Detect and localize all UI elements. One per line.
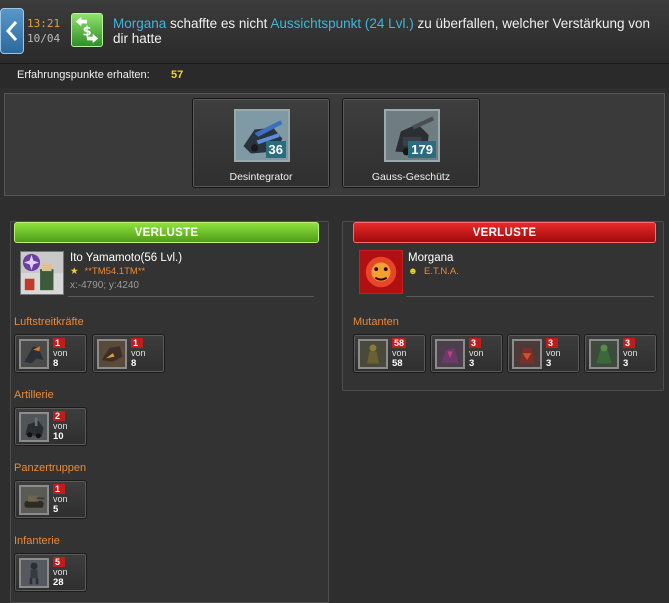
category-label: Luftstreitkräfte <box>14 316 84 328</box>
svg-text:$: $ <box>82 25 91 40</box>
category-label: Artillerie <box>14 389 54 401</box>
artillery-icon <box>19 412 49 442</box>
divider <box>68 296 314 297</box>
unit-total: 5 <box>53 504 59 515</box>
unit-slot[interactable]: 3 von 3 <box>584 334 657 373</box>
reward-name: Desintegrator <box>229 171 293 183</box>
money-icon: $ <box>71 13 103 47</box>
unit-lost-count: 3 <box>546 338 558 348</box>
mutant-icon <box>358 339 388 369</box>
unit-lost-count: 1 <box>131 338 143 348</box>
unit-slot[interactable]: 1 von 8 <box>92 334 165 373</box>
unit-of: von <box>469 348 484 358</box>
desintegrator-image: 36 <box>234 109 290 162</box>
unit-of: von <box>53 421 68 431</box>
divider <box>406 296 654 297</box>
target-link[interactable]: Aussichtspunkt (24 Lvl.) <box>270 16 413 31</box>
tank-icon <box>19 485 49 515</box>
unit-of: von <box>131 348 146 358</box>
report-header: 13:21 10/04 $ Morgana schaffte es nicht … <box>0 0 669 64</box>
unit-of: von <box>392 348 407 358</box>
unit-lost-count: 1 <box>53 338 65 348</box>
unit-lost-count: 3 <box>469 338 481 348</box>
back-button[interactable] <box>0 8 24 54</box>
category-label: Panzertruppen <box>14 462 87 474</box>
unit-total: 10 <box>53 431 64 442</box>
defender-name[interactable]: Ito Yamamoto(56 Lvl.) <box>70 252 182 264</box>
unit-of: von <box>546 348 561 358</box>
reward-count: 179 <box>408 141 436 158</box>
reward-name: Gauss-Geschütz <box>371 171 451 183</box>
reward-card-desintegrator[interactable]: 36 Desintegrator <box>192 98 330 188</box>
rewards-panel <box>4 93 665 196</box>
category-label: Mutanten <box>353 316 399 328</box>
message-text-1: schaffte es nicht <box>166 16 271 31</box>
unit-total: 3 <box>623 358 629 369</box>
attacker-name[interactable]: Morgana <box>408 252 453 264</box>
defender-coords[interactable]: x:-4790; y:4240 <box>70 280 139 291</box>
unit-lost-count: 3 <box>623 338 635 348</box>
report-message: Morgana schaffte es nicht Aussichtspunkt… <box>113 16 665 46</box>
unit-slot[interactable]: 2 von 10 <box>14 407 87 446</box>
unit-of: von <box>53 567 68 577</box>
attacker-rank-text: E.T.N.A. <box>424 266 459 277</box>
unit-slot[interactable]: 5 von 28 <box>14 553 87 592</box>
defender-losses-header: VERLUSTE <box>14 222 319 243</box>
defender-rank-text: **TM54.1TM** <box>84 266 146 277</box>
unit-lost-count: 2 <box>53 411 65 421</box>
attacker-rank: ☻ E.T.N.A. <box>408 266 459 277</box>
unit-total: 58 <box>392 358 403 369</box>
report-date: 10/04 <box>27 32 61 45</box>
star-icon: ★ <box>70 266 79 277</box>
aircraft-icon <box>97 339 127 369</box>
unit-total: 28 <box>53 577 64 588</box>
chevron-left-icon <box>6 21 18 41</box>
aircraft-icon <box>19 339 49 369</box>
unit-slot[interactable]: 58 von 58 <box>353 334 426 373</box>
reward-card-gauss[interactable]: 179 Gauss-Geschütz <box>342 98 480 188</box>
dollar-arrows-icon: $ <box>75 16 99 44</box>
unit-of: von <box>623 348 638 358</box>
attacker-link[interactable]: Morgana <box>113 16 166 31</box>
unit-total: 3 <box>546 358 552 369</box>
unit-total: 8 <box>131 358 137 369</box>
experience-bar: Erfahrungspunkte erhalten: 57 <box>0 64 669 88</box>
unit-slot[interactable]: 1 von 5 <box>14 480 87 519</box>
unit-lost-count: 1 <box>53 484 65 494</box>
mutant-icon <box>435 339 465 369</box>
unit-total: 8 <box>53 358 59 369</box>
experience-value: 57 <box>171 69 184 81</box>
report-time: 13:21 <box>27 17 61 30</box>
unit-lost-count: 58 <box>392 338 407 348</box>
unit-of: von <box>53 348 68 358</box>
unit-slot[interactable]: 3 von 3 <box>430 334 503 373</box>
experience-label: Erfahrungspunkte erhalten: <box>17 69 150 81</box>
gauss-image: 179 <box>384 109 440 162</box>
attacker-avatar[interactable] <box>359 250 403 294</box>
unit-total: 3 <box>469 358 475 369</box>
unit-slot[interactable]: 1 von 8 <box>14 334 87 373</box>
mutant-icon <box>589 339 619 369</box>
unit-lost-count: 5 <box>53 557 65 567</box>
category-label: Infanterie <box>14 535 60 547</box>
mutant-icon <box>512 339 542 369</box>
skull-icon: ☻ <box>408 266 418 277</box>
attacker-losses-header: VERLUSTE <box>353 222 656 243</box>
unit-slot[interactable]: 3 von 3 <box>507 334 580 373</box>
infantry-icon <box>19 558 49 588</box>
defender-avatar[interactable] <box>20 251 64 295</box>
defender-rank: ★ **TM54.1TM** <box>70 266 145 277</box>
reward-count: 36 <box>265 141 286 158</box>
unit-of: von <box>53 494 68 504</box>
